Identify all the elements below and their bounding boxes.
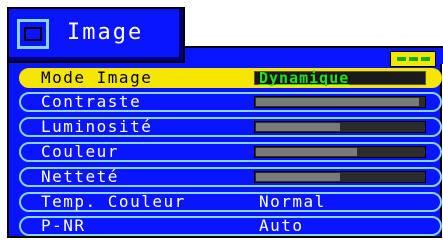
slider-fill xyxy=(256,173,340,181)
menu-item-couleur[interactable]: Couleur xyxy=(19,142,442,162)
menu-item-nettete[interactable]: Netteté xyxy=(19,167,442,187)
indicator-dot xyxy=(397,57,406,61)
panel-header-strip xyxy=(187,46,443,67)
contraste-slider[interactable] xyxy=(254,96,426,108)
menu-item-luminosite[interactable]: Luminosité xyxy=(19,117,442,137)
nettete-slider[interactable] xyxy=(254,171,426,183)
menu-item-contraste[interactable]: Contraste xyxy=(19,92,442,112)
status-indicator-icon xyxy=(390,51,436,67)
menu-title-tab: Image xyxy=(7,7,185,63)
p-nr-value: Auto xyxy=(259,216,304,235)
image-menu-icon xyxy=(17,19,49,49)
image-settings-panel: Mode Image Dynamique Contraste Luminosit… xyxy=(7,46,443,238)
luminosite-slider[interactable] xyxy=(254,121,426,133)
menu-item-label: Temp. Couleur xyxy=(41,192,186,211)
menu-item-temp-couleur[interactable]: Temp. Couleur Normal xyxy=(19,192,442,212)
slider-fill xyxy=(256,98,419,106)
slider-fill xyxy=(256,148,357,156)
menu-item-label: Netteté xyxy=(41,167,119,186)
menu-item-label: Luminosité xyxy=(41,117,153,136)
menu-item-label: Contraste xyxy=(41,92,142,111)
temp-couleur-value: Normal xyxy=(259,192,326,211)
indicator-dot xyxy=(409,57,418,61)
indicator-dot xyxy=(421,57,430,61)
slider-fill xyxy=(256,123,340,131)
couleur-slider[interactable] xyxy=(254,146,426,158)
osd-menu: Mode Image Dynamique Contraste Luminosit… xyxy=(2,2,443,240)
menu-title: Image xyxy=(67,20,144,45)
menu-item-label: Mode Image xyxy=(41,68,153,87)
menu-item-label: Couleur xyxy=(41,142,119,161)
menu-item-p-nr[interactable]: P-NR Auto xyxy=(19,216,442,236)
menu-item-mode-image[interactable]: Mode Image Dynamique xyxy=(19,68,442,88)
menu-item-label: P-NR xyxy=(41,216,86,235)
mode-image-select[interactable]: Dynamique xyxy=(254,69,426,87)
mode-image-value: Dynamique xyxy=(259,69,350,87)
